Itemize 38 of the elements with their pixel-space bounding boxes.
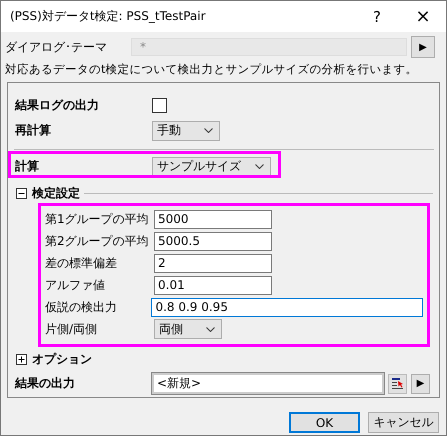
theme-menu-button[interactable]: ▶ <box>411 36 435 58</box>
close-button[interactable]: × <box>400 1 446 32</box>
worksheet-picker-button[interactable] <box>388 374 407 394</box>
input-field[interactable]: 2 <box>154 254 272 272</box>
parameter-label: 第1グループの平均 <box>45 210 150 228</box>
collapse-icon[interactable] <box>16 188 27 198</box>
parameter-label: 仮説の検出力 <box>45 298 118 316</box>
parameter-label: 差の標準偏差 <box>45 254 118 272</box>
setting-label: 結果の出力 <box>14 375 76 392</box>
chevron-down-icon <box>204 128 213 133</box>
output-field[interactable]: <新規> <box>152 373 384 394</box>
input-field[interactable]: 5000 <box>154 210 272 228</box>
expand-icon[interactable] <box>16 354 27 364</box>
checkbox[interactable] <box>152 98 167 113</box>
parameter-label: 第2グループの平均 <box>45 232 150 250</box>
chevron-down-icon <box>255 164 264 169</box>
dialog-button[interactable]: OK <box>289 412 360 433</box>
input-field[interactable]: 5000.5 <box>154 232 272 250</box>
output-menu-button[interactable]: ▶ <box>411 374 430 394</box>
setting-label: 計算 <box>14 158 40 175</box>
parameter-label: アルファ値 <box>45 276 106 294</box>
setting-label: 再計算 <box>14 122 52 139</box>
input-field[interactable]: 0.8 0.9 0.95 <box>151 298 423 316</box>
section-title: 検定設定 <box>32 184 80 202</box>
parameter-label: 片側/両側 <box>45 320 98 338</box>
dropdown[interactable]: 両側 <box>154 319 222 339</box>
setting-label: 結果ログの出力 <box>14 97 100 114</box>
window-title: (PSS)対データt検定: PSS_tTestPair <box>10 8 207 25</box>
dropdown[interactable]: サンプルサイズ <box>152 156 271 176</box>
dropdown[interactable]: 手動 <box>152 120 220 140</box>
chevron-down-icon <box>206 326 215 332</box>
input-field[interactable]: 0.01 <box>154 276 272 294</box>
help-button[interactable]: ? <box>354 1 400 32</box>
table-cursor-icon <box>390 376 404 390</box>
dialog-button[interactable]: キャンセル <box>368 412 439 433</box>
theme-label: ダイアログ･テーマ <box>5 38 108 56</box>
section-title: オプション <box>32 350 92 368</box>
description-text: 対応あるデータのt検定について検出力とサンプルサイズの分析を行います。 <box>5 62 419 78</box>
